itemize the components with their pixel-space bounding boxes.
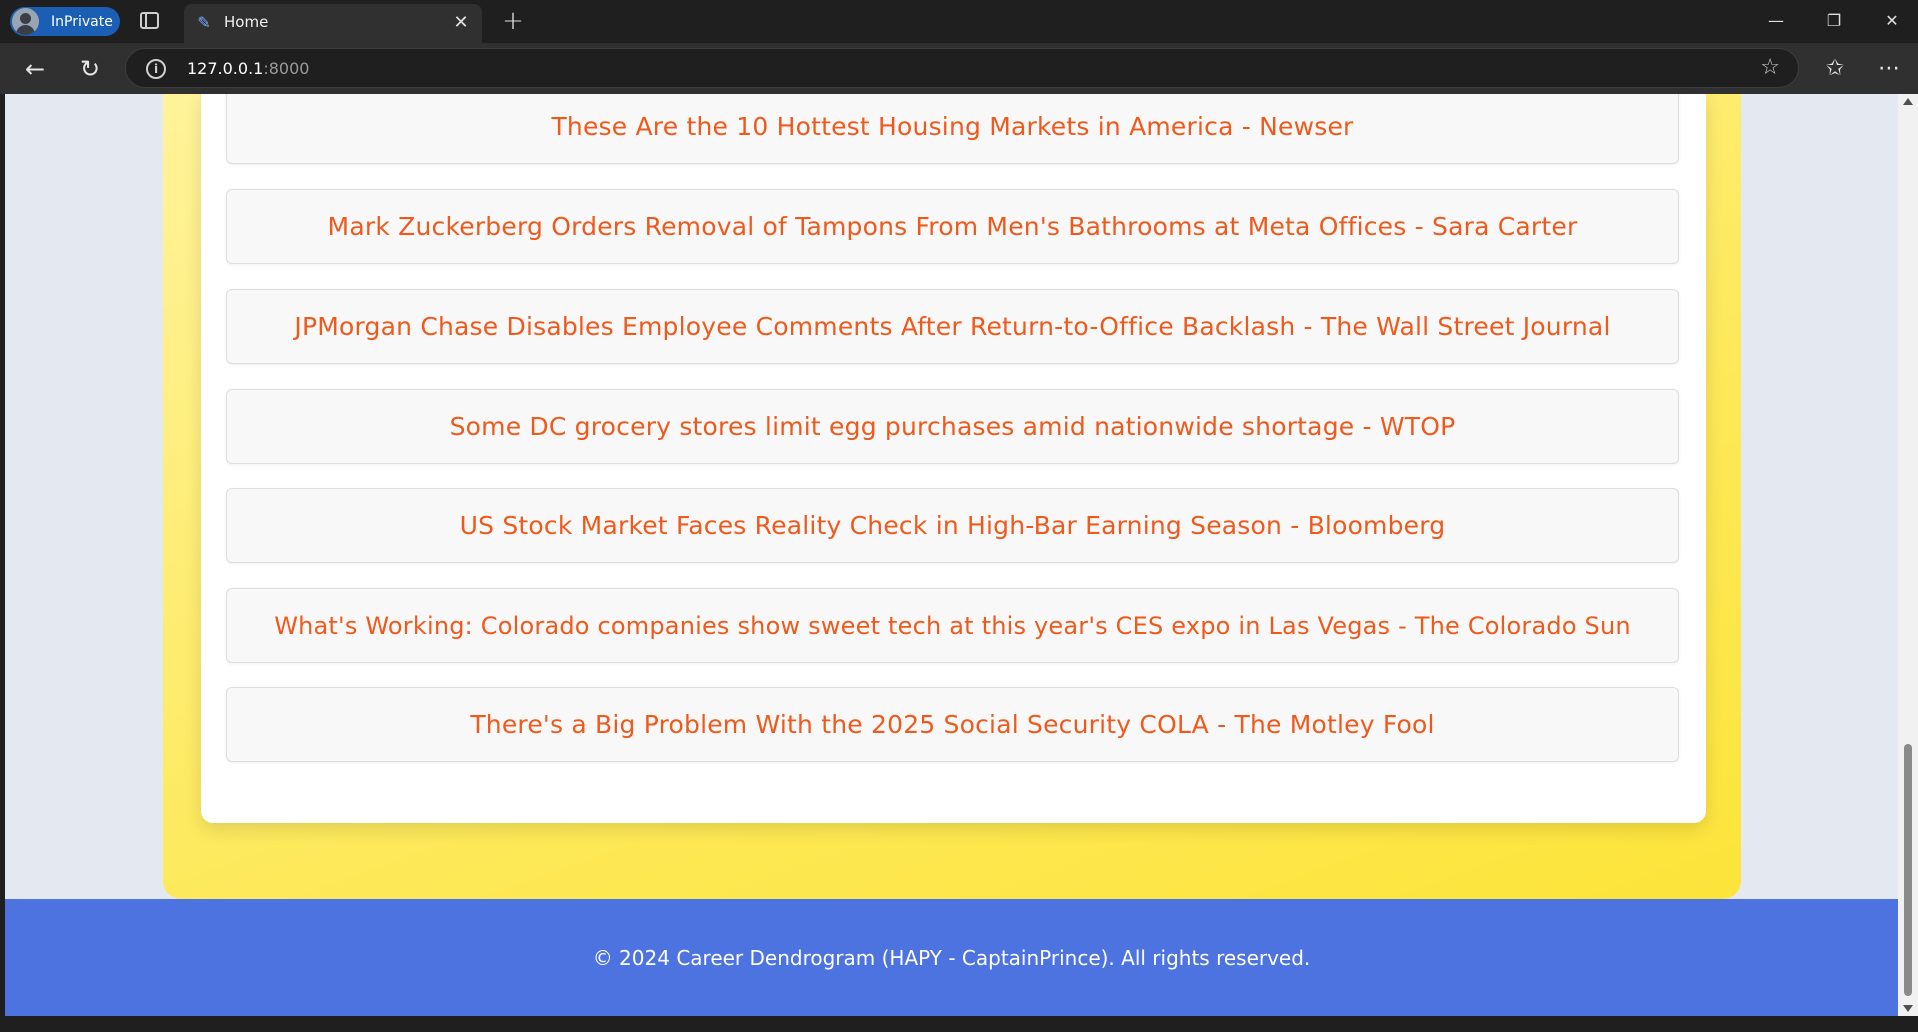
tab-home[interactable]: ✎ Home ✕ <box>184 4 482 43</box>
news-link[interactable]: These Are the 10 Hottest Housing Markets… <box>551 112 1353 141</box>
tab-close-icon[interactable]: ✕ <box>450 12 472 33</box>
news-link[interactable]: Some DC grocery stores limit egg purchas… <box>450 412 1456 441</box>
news-item[interactable]: JPMorgan Chase Disables Employee Comment… <box>226 289 1679 364</box>
favorite-star-icon[interactable]: ☆ <box>1760 55 1780 80</box>
tab-actions-icon[interactable] <box>140 12 159 29</box>
browser-tab-bar: InPrivate ✎ Home ✕ + — ❐ ✕ <box>0 0 1918 43</box>
tab-title: Home <box>224 13 269 31</box>
scroll-down-icon[interactable] <box>1903 1005 1913 1012</box>
reload-icon[interactable]: ↻ <box>73 53 107 85</box>
news-item[interactable]: Some DC grocery stores limit egg purchas… <box>226 389 1679 464</box>
news-item[interactable]: What's Working: Colorado companies show … <box>226 588 1679 663</box>
vertical-scrollbar[interactable] <box>1898 94 1918 1016</box>
news-link[interactable]: What's Working: Colorado companies show … <box>274 612 1631 640</box>
news-item[interactable]: Mark Zuckerberg Orders Removal of Tampon… <box>226 189 1679 264</box>
scroll-up-icon[interactable] <box>1903 98 1913 105</box>
minimize-icon[interactable]: — <box>1756 8 1796 34</box>
inprivate-label: InPrivate <box>51 13 113 30</box>
news-link[interactable]: US Stock Market Faces Reality Check in H… <box>460 511 1446 540</box>
news-item[interactable]: There's a Big Problem With the 2025 Soci… <box>226 687 1679 762</box>
profile-avatar-icon <box>12 8 39 35</box>
inprivate-badge[interactable]: InPrivate <box>10 7 120 36</box>
more-options-icon[interactable]: ⋯ <box>1872 53 1906 85</box>
address-bar[interactable]: i 127.0.0.1:8000 ☆ <box>125 48 1799 88</box>
news-link[interactable]: JPMorgan Chase Disables Employee Comment… <box>294 312 1610 341</box>
footer-copyright: © 2024 Career Dendrogram (HAPY - Captain… <box>592 945 1311 970</box>
news-link[interactable]: There's a Big Problem With the 2025 Soci… <box>470 710 1434 739</box>
site-info-icon[interactable]: i <box>146 59 166 79</box>
news-link[interactable]: Mark Zuckerberg Orders Removal of Tampon… <box>328 212 1578 241</box>
news-item[interactable]: These Are the 10 Hottest Housing Markets… <box>226 94 1679 164</box>
url-host: 127.0.0.1 <box>187 59 264 78</box>
new-tab-button[interactable]: + <box>498 6 528 36</box>
back-arrow-icon[interactable]: ← <box>18 53 52 85</box>
window-close-icon[interactable]: ✕ <box>1872 8 1912 34</box>
address-toolbar: ← ↻ i 127.0.0.1:8000 ☆ ✩ ⋯ <box>0 43 1918 94</box>
url-text[interactable]: 127.0.0.1:8000 <box>187 59 309 78</box>
window-bottom-edge <box>0 1016 1918 1032</box>
scrollbar-thumb[interactable] <box>1904 744 1912 996</box>
favorites-icon[interactable]: ✩ <box>1818 53 1852 85</box>
restore-icon[interactable]: ❐ <box>1814 8 1854 34</box>
page-viewport: These Are the 10 Hottest Housing Markets… <box>5 94 1898 1016</box>
page-footer: © 2024 Career Dendrogram (HAPY - Captain… <box>5 899 1898 1016</box>
news-item[interactable]: US Stock Market Faces Reality Check in H… <box>226 488 1679 563</box>
url-port: :8000 <box>263 59 310 78</box>
site-favicon-icon: ✎ <box>197 13 211 32</box>
